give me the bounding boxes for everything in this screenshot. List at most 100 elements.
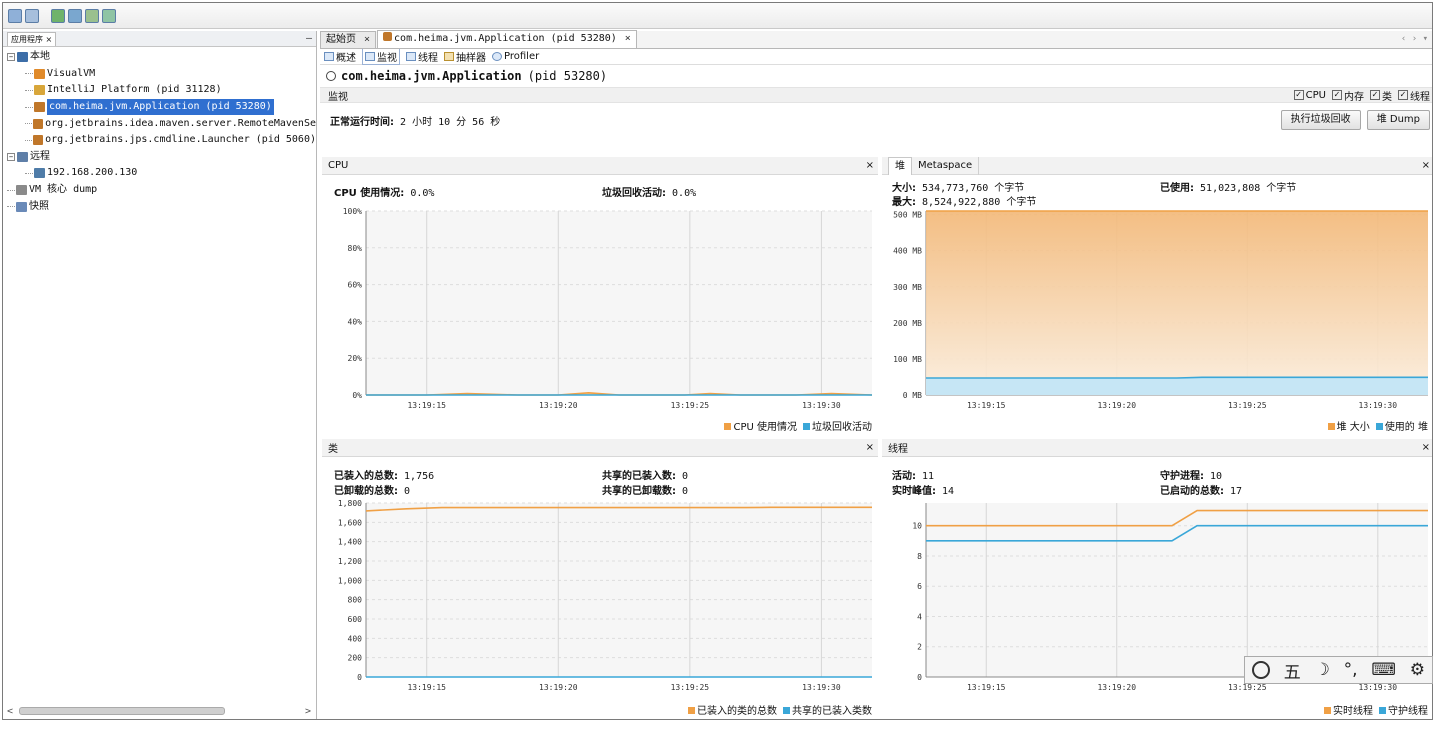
scroll-left-arrow[interactable]: < [7,706,13,717]
tree-node[interactable]: 快照 [3,198,316,215]
close-icon[interactable]: × [364,34,370,45]
tab-navigation[interactable]: ‹ › ▾ [1401,34,1428,44]
applications-tab[interactable]: 应用程序 × [7,31,57,46]
tree-node[interactable]: − 远程 [3,149,316,166]
close-icon[interactable]: × [866,160,874,171]
core-dump-icon [16,185,27,196]
collapse-toggle[interactable]: − [7,53,15,62]
tree-node-label: 192.168.200.130 [47,167,138,179]
stat-label: 守护进程: [1160,471,1204,482]
add-jmx-connection-icon[interactable] [51,8,65,23]
half-width-icon[interactable]: ☽ [1315,660,1330,680]
stat-value: 0 [404,486,411,497]
y-tick-label: 1,600 [338,518,362,527]
checkbox[interactable]: ✓ [1370,90,1380,100]
tree-node[interactable]: − 本地 [3,49,316,66]
local-host-icon [17,52,28,63]
checkbox[interactable]: ✓ [1398,90,1408,100]
load-snapshot-icon[interactable] [8,8,22,23]
monitor-icon [365,52,375,61]
checkbox-item[interactable]: ✓ 类 [1370,88,1392,103]
x-tick-label: 13:19:30 [1359,401,1398,410]
x-tick-label: 13:19:15 [407,683,446,692]
collapse-toggle[interactable]: − [7,152,15,161]
x-tick-label: 13:19:15 [407,401,446,410]
ime-mode[interactable]: 五 [1284,658,1301,683]
stat-value: 0 [682,471,689,482]
load-dump-icon[interactable] [25,8,39,23]
tab-sampler[interactable]: 抽样器 [444,49,486,64]
legend-label: 堆 大小 [1336,422,1370,433]
cpu-panel-header: CPU × [322,157,878,175]
tab-label: 监视 [377,53,397,64]
heap-panel-header: 堆 Metaspace × [882,156,1432,175]
x-tick-label: 13:19:20 [539,683,578,692]
checkbox-item[interactable]: ✓ 内存 [1332,88,1364,103]
checkbox-item[interactable]: ✓ 线程 [1398,88,1430,103]
close-icon[interactable]: × [625,33,631,44]
tree-node[interactable]: org.jetbrains.idea.maven.server.RemoteMa… [3,115,316,132]
tree-node-label: 远程 [30,150,50,162]
tab-metaspace[interactable]: Metaspace [912,156,980,175]
scroll-right-arrow[interactable]: > [305,706,311,717]
close-icon[interactable]: × [1422,160,1430,171]
tree-node[interactable]: org.jetbrains.jps.cmdline.Launcher (pid … [3,132,316,149]
legend-swatch [803,423,810,430]
tab-threads[interactable]: 线程 [406,49,438,64]
tree-node[interactable]: VM 核心 dump [3,182,316,199]
tab-profiler[interactable]: Profiler [492,51,539,62]
tree-node-label: VisualVM [47,67,96,79]
legend-item: 实时线程 [1324,702,1373,717]
y-tick-label: 1,200 [338,557,362,566]
checkbox[interactable]: ✓ [1332,90,1342,100]
tab-monitor[interactable]: 监视 [362,48,400,65]
scrollbar-thumb[interactable] [19,707,225,715]
tree-node[interactable]: com.heima.jvm.Application (pid 53280) [3,99,316,116]
ime-toolbar: 五 ☽ °, ⌨ ⚙ [1244,656,1433,684]
checkbox-item[interactable]: ✓ CPU [1293,90,1326,101]
tree-node[interactable]: IntelliJ Platform (pid 31128) [3,82,316,99]
y-tick-label: 6 [917,582,922,591]
checkbox[interactable]: ✓ [1293,90,1304,100]
legend-swatch [688,707,695,714]
panel-title: CPU [328,160,349,171]
punctuation-icon[interactable]: °, [1344,660,1358,680]
close-icon[interactable]: × [866,442,874,453]
ime-logo-icon[interactable] [1251,661,1270,679]
cpu-legend: CPU 使用情况 垃圾回收活动 [724,418,872,433]
tab-heap[interactable]: 堆 [888,156,912,175]
x-tick-label: 13:19:15 [967,683,1006,692]
stat-label: 已使用: [1160,183,1194,194]
legend-label: 垃圾回收活动 [812,422,872,433]
tab-application[interactable]: com.heima.jvm.Application (pid 53280) × [377,30,637,48]
legend-item: 守护线程 [1379,702,1428,717]
uptime-row: 正常运行时间: 2 小时 10 分 56 秒 执行垃圾回收 堆 Dump [320,103,1432,137]
heap-stats: 大小: 534,773,760 个字节 已使用: 51,023,808 个字节 … [882,175,1432,208]
add-snapshot-icon[interactable] [102,8,116,23]
tab-start-page[interactable]: 起始页 × [320,31,377,48]
heap-dump-button[interactable]: 堆 Dump [1366,110,1430,130]
tab-overview[interactable]: 概述 [324,49,356,64]
perform-gc-button[interactable]: 执行垃圾回收 [1280,110,1361,130]
tree-node[interactable]: 192.168.200.130 [3,165,316,182]
plot-area [926,503,1428,677]
tree-node-label: VM 核心 dump [29,184,98,196]
stat-value: 51,023,808 个字节 [1200,183,1297,194]
applications-tree: − 本地 VisualVM IntelliJ Platform (pid 31128)… [3,47,316,215]
tree-connector [7,206,15,208]
tab-label: 起始页 [326,34,356,45]
monitor-label: 监视 [328,91,348,103]
refresh-icon [326,71,336,81]
add-remote-host-icon[interactable] [68,8,82,23]
classes-chart: 0 200 400 600 800 1,000 1,200 1,400 1,600 1,800 13… [338,499,872,692]
close-icon[interactable]: × [1422,442,1430,453]
legend-item: CPU 使用情况 [724,418,797,433]
horizontal-scrollbar[interactable]: < > [7,705,311,717]
minimize-button[interactable]: — [306,33,312,44]
add-vm-coredump-icon[interactable] [85,8,99,23]
settings-icon[interactable]: ⚙ [1410,660,1425,680]
legend-item: 堆 大小 [1327,418,1370,433]
keyboard-icon[interactable]: ⌨ [1371,660,1396,680]
tree-node[interactable]: VisualVM [3,66,316,83]
x-tick-label: 13:19:25 [671,683,710,692]
